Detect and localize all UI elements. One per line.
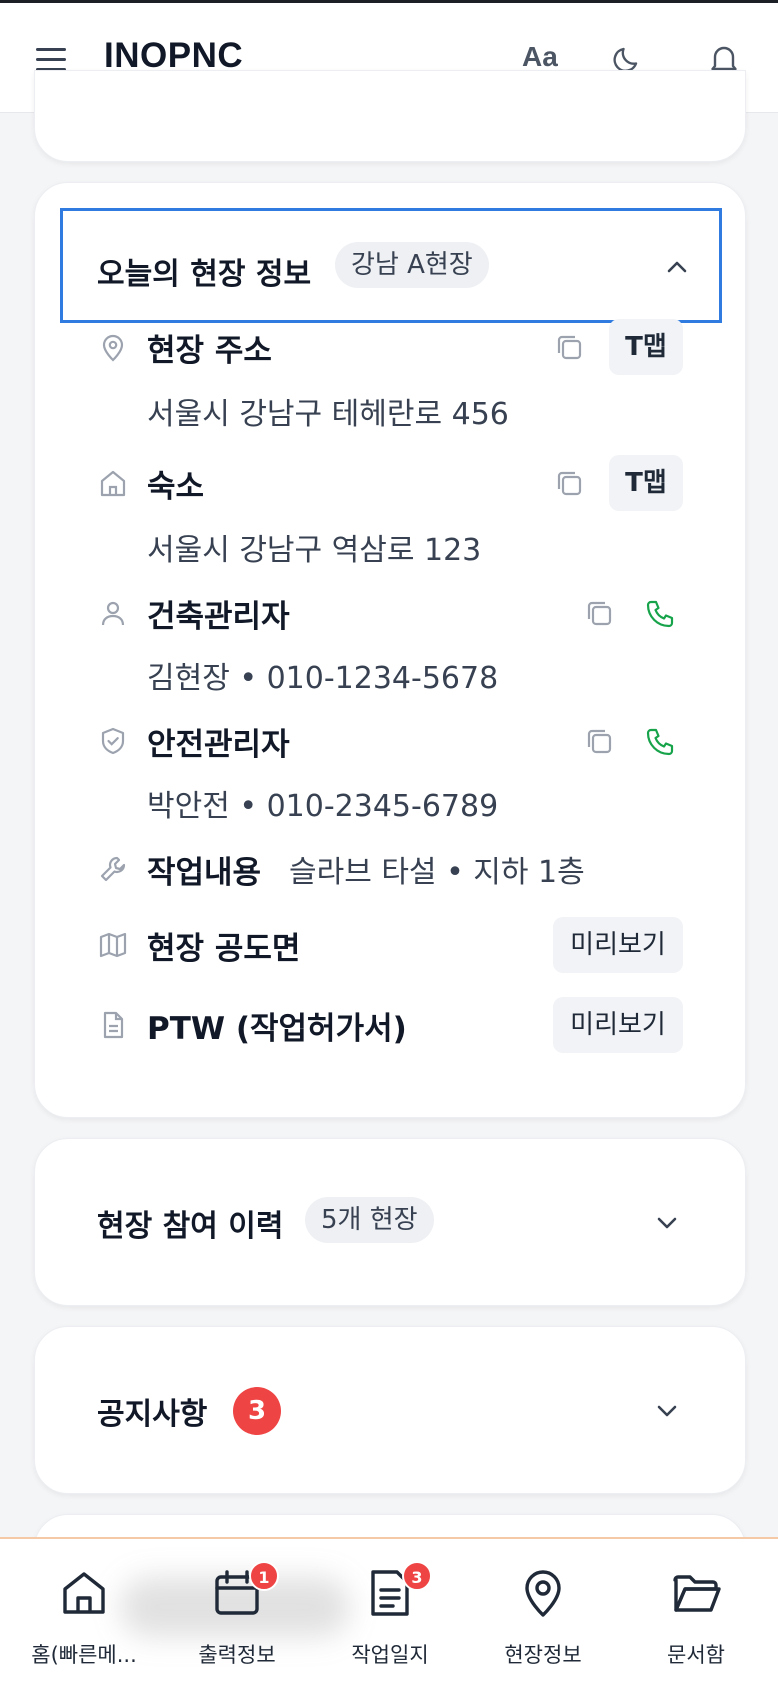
font-size-toggle[interactable]: Aa bbox=[522, 41, 558, 73]
map-pin-icon bbox=[102, 334, 124, 362]
safety-manager-value: 박안전 • 010-2345-6789 bbox=[147, 789, 499, 824]
nav-documents[interactable]: 문서함 bbox=[618, 1539, 774, 1690]
notice-title: 공지사항 bbox=[97, 1397, 208, 1432]
user-icon bbox=[101, 601, 125, 626]
address-value: 서울시 강남구 테헤란로 456 bbox=[147, 397, 509, 432]
site-plan-preview-button[interactable]: 미리보기 bbox=[553, 917, 683, 973]
nav-home-label: 홈(빠른메... bbox=[31, 1643, 137, 1667]
previous-card bbox=[34, 70, 746, 162]
nav-output-badge: 1 bbox=[249, 1561, 279, 1591]
site-name-chip: 강남 A현장 bbox=[335, 242, 489, 288]
document-icon bbox=[103, 1011, 124, 1039]
chevron-down-icon[interactable] bbox=[653, 1397, 681, 1425]
tmap-lodging-button[interactable]: T맵 bbox=[609, 455, 683, 511]
map-pin-icon bbox=[525, 1570, 561, 1617]
nav-output-label: 출력정보 bbox=[198, 1643, 276, 1667]
nav-home[interactable]: 홈(빠른메... bbox=[6, 1539, 162, 1690]
home-icon bbox=[63, 1572, 105, 1614]
chevron-down-icon[interactable] bbox=[653, 1209, 681, 1237]
lodging-value: 서울시 강남구 역삼로 123 bbox=[147, 533, 482, 568]
nav-site-info[interactable]: 현장정보 bbox=[465, 1539, 621, 1690]
copy-safety-manager-icon[interactable] bbox=[583, 725, 617, 759]
site-history-title: 현장 참여 이력 bbox=[97, 1209, 284, 1244]
folder-icon bbox=[673, 1575, 721, 1612]
nav-output-info[interactable]: 1 출력정보 bbox=[159, 1539, 315, 1690]
ptw-label: PTW (작업허가서) bbox=[147, 1011, 407, 1047]
map-icon bbox=[99, 932, 127, 958]
construction-manager-value: 김현장 • 010-1234-5678 bbox=[147, 661, 499, 696]
ptw-preview-button[interactable]: 미리보기 bbox=[553, 997, 683, 1053]
copy-lodging-icon[interactable] bbox=[553, 467, 587, 501]
address-label: 현장 주소 bbox=[147, 333, 272, 369]
work-content-value: 슬라브 타설 • 지하 1층 bbox=[289, 855, 585, 890]
nav-site-info-label: 현장정보 bbox=[504, 1643, 582, 1667]
construction-manager-label: 건축관리자 bbox=[147, 599, 290, 635]
notice-card[interactable]: 공지사항 3 bbox=[34, 1326, 746, 1494]
nav-work-log[interactable]: 3 작업일지 bbox=[312, 1539, 468, 1690]
phone-icon[interactable] bbox=[643, 725, 677, 759]
house-icon bbox=[100, 470, 126, 497]
copy-construction-manager-icon[interactable] bbox=[583, 597, 617, 631]
site-info-header[interactable]: 오늘의 현장 정보 강남 A현장 bbox=[60, 208, 722, 323]
site-info-title: 오늘의 현장 정보 bbox=[97, 257, 312, 292]
chevron-up-icon[interactable] bbox=[663, 253, 691, 281]
site-count-chip: 5개 현장 bbox=[305, 1197, 434, 1243]
bottom-navigation: 홈(빠른메... 1 출력정보 3 작업일지 현장정보 문서함 bbox=[0, 1537, 778, 1690]
safety-manager-label: 안전관리자 bbox=[147, 727, 290, 763]
nav-documents-label: 문서함 bbox=[667, 1643, 725, 1667]
site-history-card[interactable]: 현장 참여 이력 5개 현장 bbox=[34, 1138, 746, 1306]
phone-icon[interactable] bbox=[643, 597, 677, 631]
nav-work-log-label: 작업일지 bbox=[351, 1643, 429, 1667]
shield-check-icon bbox=[101, 727, 125, 755]
notice-count-badge: 3 bbox=[233, 1387, 281, 1435]
tmap-address-button[interactable]: T맵 bbox=[609, 319, 683, 375]
nav-work-log-badge: 3 bbox=[402, 1561, 432, 1591]
site-plan-label: 현장 공도면 bbox=[147, 931, 301, 967]
site-info-card: 오늘의 현장 정보 강남 A현장 현장 주소 T맵 서울시 강남구 테헤란로 4… bbox=[34, 182, 746, 1118]
lodging-label: 숙소 bbox=[147, 469, 205, 505]
work-content-label: 작업내용 bbox=[147, 855, 262, 891]
wrench-icon bbox=[100, 856, 126, 882]
copy-address-icon[interactable] bbox=[553, 331, 587, 365]
